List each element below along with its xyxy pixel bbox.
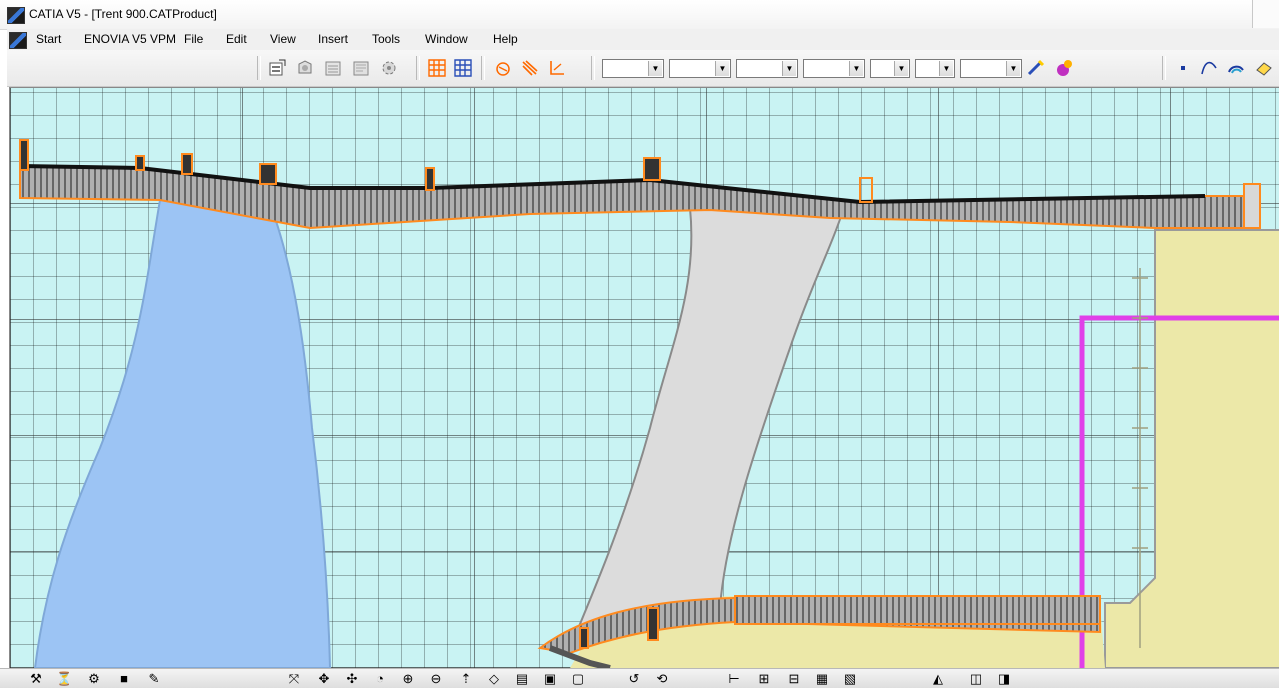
collapse-icon[interactable]: ⊟: [786, 671, 802, 687]
menu-window[interactable]: Window: [425, 32, 468, 46]
pencil-icon[interactable]: ✎: [146, 671, 162, 687]
combo-line-thickness[interactable]: ▼: [736, 59, 798, 78]
grid-icon[interactable]: [427, 58, 447, 78]
fan-blade: [33, 198, 332, 668]
snapshot-icon[interactable]: ◨: [996, 671, 1012, 687]
combo-transparency[interactable]: ▼: [669, 59, 731, 78]
layer-icon[interactable]: [323, 58, 343, 78]
hide-icon[interactable]: ▤: [514, 671, 530, 687]
engine-section-drawing: [19, 139, 1279, 668]
combo-color[interactable]: ▼: [602, 59, 664, 78]
wrench-icon[interactable]: ⚒: [28, 671, 44, 687]
casing-region: [1104, 229, 1279, 668]
paintbrush-icon[interactable]: [1026, 58, 1046, 78]
zoom-in-icon[interactable]: ⊕: [400, 671, 416, 687]
bottom-toolbar: ⚒ ⏳ ⚙ ■ ✎ ⤧ ✥ ✣ ◔ ⊕ ⊖ ⇡ ◇ ▤ ▣ ▢ ↺ ⟲ ⊢ ⊞ …: [0, 668, 1279, 688]
menu-view[interactable]: View: [270, 32, 296, 46]
pan-icon[interactable]: ✥: [316, 671, 332, 687]
3d-viewport[interactable]: [9, 87, 1279, 668]
tree-icon[interactable]: ⊢: [726, 671, 742, 687]
catia-logo-icon[interactable]: [7, 7, 25, 24]
combo-layer[interactable]: ▼: [915, 59, 955, 78]
toolbar-separator: [1162, 56, 1166, 80]
gear-icon[interactable]: ⚙: [86, 671, 102, 687]
chevron-down-icon[interactable]: ▼: [939, 61, 953, 76]
toolbar-separator: [257, 56, 261, 80]
menu-enovia[interactable]: ENOVIA V5 VPM: [84, 32, 176, 46]
toolbar-separator: [481, 56, 485, 80]
toolbar-separator: [416, 56, 420, 80]
cube-icon[interactable]: ■: [116, 671, 132, 687]
clash-icon[interactable]: ◭: [930, 671, 946, 687]
color-ball-icon[interactable]: [1054, 58, 1074, 78]
combo-point-type[interactable]: ▼: [870, 59, 910, 78]
funnel-icon[interactable]: ⏳: [56, 671, 72, 687]
toolbar-separator: [591, 56, 595, 80]
toolbar: ▼ ▼ ▼ ▼ ▼ ▼ ▼: [7, 50, 1279, 87]
sketch-icon[interactable]: ▦: [814, 671, 830, 687]
outlet-guide-vane: [568, 206, 844, 650]
eraser-icon[interactable]: [1254, 58, 1274, 78]
fit-icon[interactable]: ⤧: [286, 671, 302, 687]
title-bar: CATIA V5 - [Trent 900.CATProduct]: [0, 0, 1279, 30]
combo-rendering[interactable]: ▼: [960, 59, 1022, 78]
expand-icon[interactable]: ⊞: [756, 671, 772, 687]
gear-icon[interactable]: [379, 58, 399, 78]
menu-help[interactable]: Help: [493, 32, 518, 46]
menu-tools[interactable]: Tools: [372, 32, 400, 46]
iso-view-icon[interactable]: ◇: [486, 671, 502, 687]
chevron-down-icon[interactable]: ▼: [648, 61, 662, 76]
refresh-icon[interactable]: [295, 58, 315, 78]
swap-icon[interactable]: ▣: [542, 671, 558, 687]
menu-insert[interactable]: Insert: [318, 32, 348, 46]
properties-icon[interactable]: [267, 58, 287, 78]
normal-view-icon[interactable]: ⇡: [458, 671, 474, 687]
point-icon[interactable]: [1173, 58, 1193, 78]
chevron-down-icon[interactable]: ▼: [782, 61, 796, 76]
chevron-down-icon[interactable]: ▼: [894, 61, 908, 76]
dimension-icon[interactable]: [547, 58, 567, 78]
section-icon[interactable]: ▧: [842, 671, 858, 687]
zoom-out-icon[interactable]: ⊖: [428, 671, 444, 687]
combo-line-type[interactable]: ▼: [803, 59, 865, 78]
rotate-icon[interactable]: ✣: [344, 671, 360, 687]
menu-edit[interactable]: Edit: [226, 32, 247, 46]
render-icon[interactable]: ▢: [570, 671, 586, 687]
menu-start[interactable]: Start: [36, 32, 61, 46]
menu-file[interactable]: File: [184, 32, 203, 46]
chevron-down-icon[interactable]: ▼: [1006, 61, 1020, 76]
arc-icon[interactable]: [1226, 58, 1246, 78]
analysis-icon[interactable]: ⟲: [654, 671, 670, 687]
document-icon[interactable]: [9, 32, 27, 49]
distance-icon[interactable]: ◫: [968, 671, 984, 687]
window-controls[interactable]: [1252, 0, 1279, 28]
snap-grid-icon[interactable]: [453, 58, 473, 78]
window-title: CATIA V5 - [Trent 900.CATProduct]: [29, 7, 217, 21]
chevron-down-icon[interactable]: ▼: [849, 61, 863, 76]
chevron-down-icon[interactable]: ▼: [715, 61, 729, 76]
measure-icon[interactable]: ↺: [626, 671, 642, 687]
constraint-icon[interactable]: [520, 58, 540, 78]
fly-icon[interactable]: ◔: [372, 671, 388, 687]
menu-bar: Start ENOVIA V5 VPM File Edit View Inser…: [7, 29, 1279, 51]
sketch-analysis-icon[interactable]: [493, 58, 513, 78]
catalog-icon[interactable]: [351, 58, 371, 78]
curve-icon[interactable]: [1199, 58, 1219, 78]
